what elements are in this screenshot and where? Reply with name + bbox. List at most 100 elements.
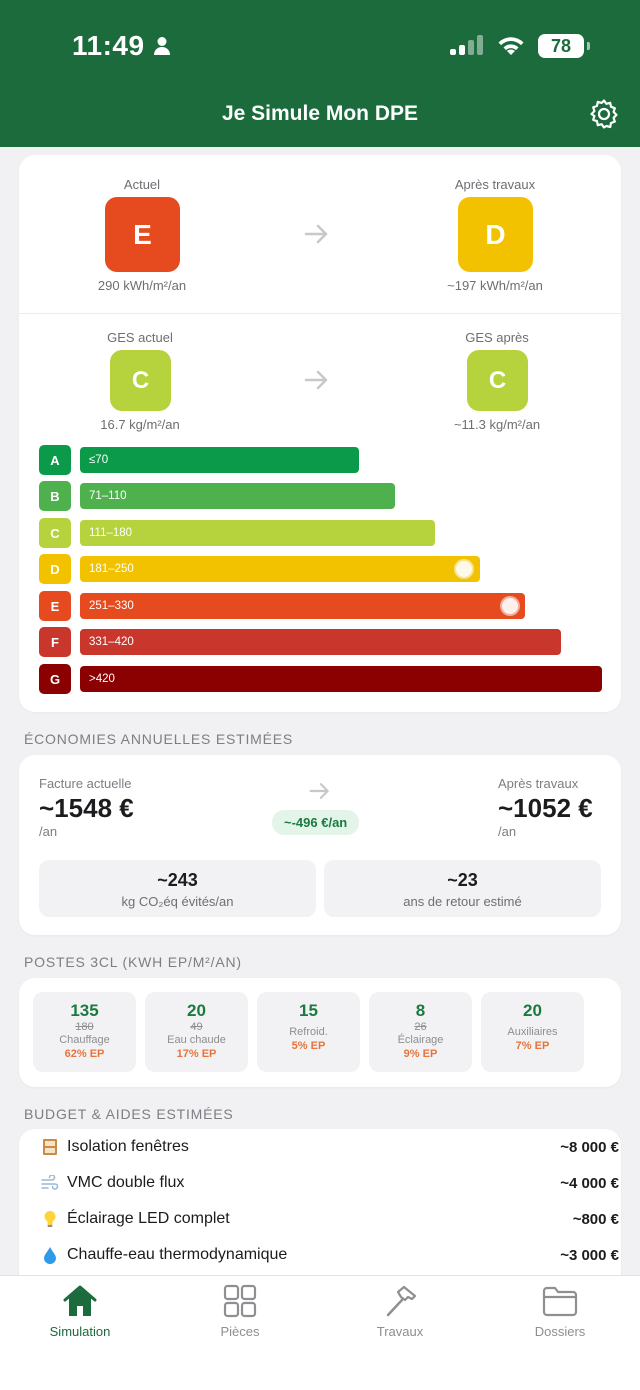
tab-label: Dossiers — [534, 1324, 586, 1339]
scale-range-label: 181–250 — [89, 563, 134, 575]
poste-value: 8 — [415, 1001, 426, 1020]
scale-range-label: 251–330 — [89, 600, 134, 612]
scale-letter: B — [39, 481, 71, 511]
poste-value: 135 — [70, 1001, 99, 1020]
after-consumption: ~197 kWh/m²/an — [447, 278, 543, 293]
budget-row[interactable]: Éclairage LED complet ~800 € — [41, 1202, 619, 1236]
hammer-icon — [386, 1285, 417, 1317]
current-bill-value: ~1548 € — [39, 793, 134, 823]
savings-card: Facture actuelle ~1548 € /an ~-496 €/an … — [19, 755, 621, 935]
scale-bar: 181–250 — [80, 556, 480, 582]
scale-bar: 251–330 — [80, 593, 525, 619]
after-bill-unit: /an — [498, 824, 517, 839]
savings-delta-badge: ~-496 €/an — [272, 810, 360, 835]
window-icon — [41, 1138, 59, 1156]
tab-travaux[interactable]: Travaux — [320, 1284, 480, 1339]
scale-bar: 111–180 — [80, 520, 435, 546]
ges-current-label: GES actuel — [107, 330, 173, 345]
ges-after-class-tile: C — [467, 350, 528, 411]
battery-indicator: 78 — [538, 34, 590, 58]
page-title: Je Simule Mon DPE — [221, 102, 419, 125]
co2-label: kg CO₂éq évités/an — [121, 894, 234, 909]
budget-row[interactable]: Chauffe-eau thermodynamique ~3 000 € — [41, 1238, 619, 1272]
wind-icon — [41, 1174, 59, 1192]
ges-after-label: GES après — [465, 330, 529, 345]
scale-row-d: D 181–250 — [39, 554, 480, 584]
payback-label: ans de retour estimé — [403, 894, 522, 909]
scale-bar: 71–110 — [80, 483, 395, 509]
poste-ep-share: 9% EP — [403, 1048, 438, 1060]
after-label: Après travaux — [454, 177, 536, 192]
poste-auxiliaires[interactable]: 20 Auxiliaires 7% EP — [481, 992, 584, 1072]
budget-item-label: Éclairage LED complet — [67, 1210, 230, 1227]
ges-after-value: ~11.3 kg/m²/an — [453, 417, 541, 432]
scale-letter: G — [39, 664, 71, 694]
droplet-icon — [41, 1246, 59, 1264]
poste-old-value: 26 — [414, 1021, 427, 1033]
divider — [19, 313, 621, 314]
tab-label: Pièces — [220, 1324, 260, 1339]
postes-card: 135 180 Chauffage 62% EP 20 49 Eau chaud… — [19, 978, 621, 1087]
poste-value: 20 — [187, 1001, 206, 1020]
status-indicators: 78 — [450, 34, 590, 58]
budget-item-label: VMC double flux — [67, 1174, 185, 1191]
budget-item-price: ~8 000 € — [560, 1138, 619, 1156]
scale-row-g: G >420 — [39, 664, 602, 694]
poste-name: Eau chaude — [167, 1034, 226, 1046]
poste-ep-share: 17% EP — [176, 1048, 217, 1060]
payback-stat: ~23 ans de retour estimé — [324, 860, 601, 917]
gear-icon[interactable] — [588, 98, 620, 130]
budget-item-label: Chauffe-eau thermodynamique — [67, 1246, 288, 1263]
folder-icon — [542, 1286, 578, 1317]
person-icon — [153, 37, 170, 55]
co2-stat: ~243 kg CO₂éq évités/an — [39, 860, 316, 917]
poste-name: Chauffage — [59, 1034, 110, 1046]
tab-label: Travaux — [376, 1324, 424, 1339]
tab-bar: Simulation Pièces Travaux Dossiers — [0, 1275, 640, 1390]
scale-row-a: A ≤70 — [39, 445, 359, 475]
poste-chauffage[interactable]: 135 180 Chauffage 62% EP — [33, 992, 136, 1072]
scale-row-f: F 331–420 — [39, 627, 561, 657]
poste-refroid[interactable]: 15 Refroid. 5% EP — [257, 992, 360, 1072]
budget-section-title: BUDGET & AIDES ESTIMÉES — [24, 1106, 234, 1122]
after-bill-value: ~1052 € — [498, 793, 593, 823]
poste-name: Éclairage — [397, 1034, 444, 1046]
budget-row[interactable]: VMC double flux ~4 000 € — [41, 1166, 619, 1200]
budget-item-price: ~800 € — [572, 1210, 619, 1228]
budget-item-label: Isolation fenêtres — [67, 1138, 189, 1155]
scale-letter: E — [39, 591, 71, 621]
scale-bar: ≤70 — [80, 447, 359, 473]
app-header: 11:49 78 Je Simule Mon DPE — [0, 0, 640, 147]
scale-row-c: C 111–180 — [39, 518, 435, 548]
arrow-right-icon — [304, 370, 328, 390]
current-bill-label: Facture actuelle — [39, 776, 132, 791]
tab-dossiers[interactable]: Dossiers — [480, 1284, 640, 1339]
scale-letter: A — [39, 445, 71, 475]
tab-simulation[interactable]: Simulation — [0, 1284, 160, 1339]
postes-section-title: POSTES 3CL (KWH EP/M²/AN) — [24, 954, 242, 970]
ges-current-class-tile: C — [110, 350, 171, 411]
poste-eclairage[interactable]: 8 26 Éclairage 9% EP — [369, 992, 472, 1072]
house-icon — [63, 1285, 97, 1316]
arrow-right-icon — [309, 783, 329, 799]
poste-old-value: 49 — [190, 1021, 203, 1033]
poste-eau-chaude[interactable]: 20 49 Eau chaude 17% EP — [145, 992, 248, 1072]
tab-pieces[interactable]: Pièces — [160, 1284, 320, 1339]
poste-name: Auxiliaires — [507, 1026, 558, 1038]
poste-ep-share: 7% EP — [515, 1040, 550, 1052]
current-consumption: 290 kWh/m²/an — [97, 278, 187, 293]
scale-row-b: B 71–110 — [39, 481, 395, 511]
status-time: 11:49 — [72, 30, 171, 62]
lightbulb-icon — [41, 1210, 59, 1228]
poste-ep-share: 5% EP — [291, 1040, 326, 1052]
scale-letter: F — [39, 627, 71, 657]
clock: 11:49 — [72, 30, 145, 61]
savings-section-title: ÉCONOMIES ANNUELLES ESTIMÉES — [24, 731, 294, 747]
ges-current-value: 16.7 kg/m²/an — [100, 417, 180, 432]
scale-row-e: E 251–330 — [39, 591, 525, 621]
signal-icon — [450, 35, 483, 55]
budget-row[interactable]: Isolation fenêtres ~8 000 € — [41, 1130, 619, 1164]
payback-value: ~23 — [447, 870, 478, 890]
after-marker — [456, 561, 472, 577]
scale-bar: 331–420 — [80, 629, 561, 655]
